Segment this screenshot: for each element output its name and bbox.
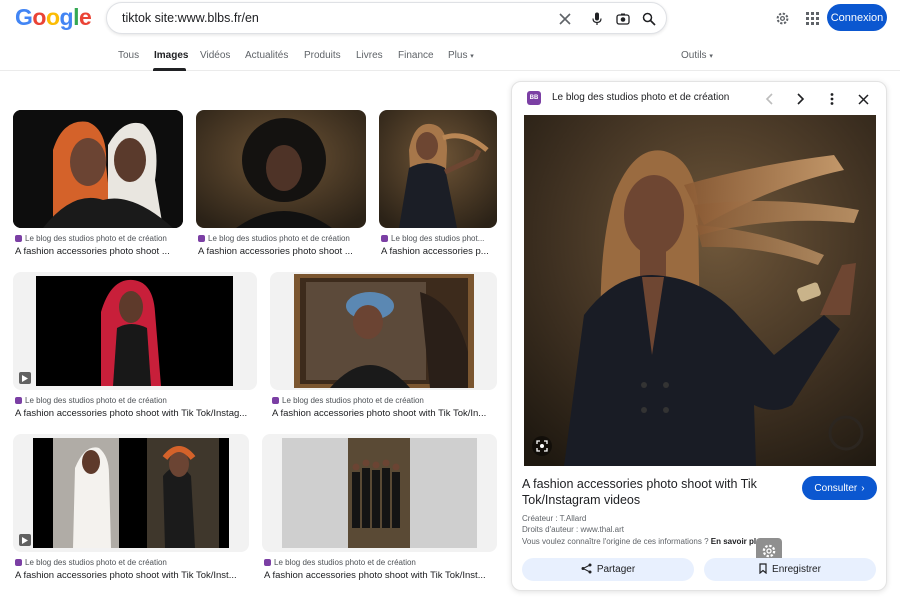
- settings-icon[interactable]: [772, 8, 792, 28]
- tools-button[interactable]: Outils ▾: [681, 50, 713, 61]
- result-thumbnail[interactable]: [270, 272, 497, 390]
- visit-button[interactable]: Consulter ›: [802, 476, 877, 500]
- site-favicon: [15, 397, 22, 404]
- image-result[interactable]: Le blog des studios photo et de création…: [13, 272, 257, 422]
- logo-letter: G: [15, 4, 33, 30]
- tab-all[interactable]: Tous: [118, 50, 139, 61]
- video-play-icon: [19, 534, 31, 546]
- result-title[interactable]: A fashion accessories photo shoot with T…: [15, 570, 249, 581]
- caret-down-icon: ▾: [709, 53, 713, 60]
- signin-button[interactable]: Connexion: [827, 4, 887, 31]
- result-source-text: Le blog des studios photo et de création: [282, 396, 424, 405]
- tab-images[interactable]: Images: [154, 50, 188, 61]
- google-logo[interactable]: Google: [15, 4, 92, 31]
- result-title[interactable]: A fashion accessories photo shoot ...: [15, 246, 183, 257]
- active-tab-indicator: [153, 68, 186, 71]
- site-favicon: [264, 559, 271, 566]
- share-icon: [581, 563, 592, 577]
- result-source: Le blog des studios phot...: [381, 234, 497, 243]
- bookmark-icon: [759, 562, 767, 577]
- share-label: Partager: [596, 564, 636, 575]
- result-thumbnail[interactable]: [196, 110, 366, 228]
- image-result[interactable]: Le blog des studios photo et de création…: [196, 110, 366, 260]
- result-thumbnail[interactable]: [13, 434, 249, 552]
- result-source: Le blog des studios photo et de création: [15, 558, 167, 567]
- result-source: Le blog des studios photo et de création: [264, 558, 416, 567]
- tab-finance[interactable]: Finance: [398, 50, 434, 61]
- result-title[interactable]: A fashion accessories photo shoot ...: [198, 246, 366, 257]
- result-source: Le blog des studios photo et de création: [198, 234, 350, 243]
- tab-products[interactable]: Produits: [304, 50, 341, 61]
- close-icon[interactable]: [854, 90, 872, 108]
- search-box[interactable]: tiktok site:www.blbs.fr/en: [106, 2, 667, 34]
- logo-letter: o: [45, 4, 60, 30]
- search-tabs: Tous Images Vidéos Actualités Produits L…: [0, 44, 900, 71]
- visit-label: Consulter: [814, 482, 858, 494]
- chevron-left-icon[interactable]: [760, 90, 778, 108]
- origin-question: Vous voulez connaître l'origine de ces i…: [522, 537, 709, 546]
- result-source: Le blog des studios photo et de création: [272, 396, 424, 405]
- site-favicon: [198, 235, 205, 242]
- site-favicon: [272, 397, 279, 404]
- clear-icon[interactable]: [555, 9, 575, 29]
- image-result[interactable]: Le blog des studios phot... A fashion ac…: [379, 110, 497, 260]
- caret-down-icon: ▾: [470, 53, 474, 60]
- lens-search-icon[interactable]: [532, 436, 552, 456]
- logo-letter: o: [32, 4, 46, 30]
- result-source-text: Le blog des studios photo et de création: [274, 558, 416, 567]
- save-button[interactable]: Enregistrer: [704, 558, 876, 581]
- lens-icon[interactable]: [613, 9, 633, 29]
- panel-site-name[interactable]: Le blog des studios photo et de création: [552, 92, 729, 103]
- apps-grid-icon[interactable]: [802, 8, 822, 28]
- result-title[interactable]: A fashion accessories photo shoot with T…: [264, 570, 497, 581]
- image-preview-panel: BB Le blog des studios photo et de créat…: [511, 81, 887, 591]
- tab-videos[interactable]: Vidéos: [200, 50, 230, 61]
- chevron-right-icon: ›: [861, 482, 865, 494]
- image-result[interactable]: Le blog des studios photo et de création…: [262, 434, 497, 584]
- chevron-right-icon[interactable]: [792, 90, 810, 108]
- result-title[interactable]: A fashion accessories photo shoot with T…: [272, 408, 497, 419]
- header: Google tiktok site:www.blbs.fr/en Connex…: [0, 0, 900, 36]
- result-source-text: Le blog des studios phot...: [391, 234, 485, 243]
- image-result[interactable]: Le blog des studios photo et de création…: [13, 110, 183, 260]
- search-icon[interactable]: [639, 9, 659, 29]
- logo-letter: e: [78, 4, 92, 30]
- result-source: Le blog des studios photo et de création: [15, 396, 167, 405]
- panel-title[interactable]: A fashion accessories photo shoot with T…: [522, 476, 782, 508]
- result-source-text: Le blog des studios photo et de création: [208, 234, 350, 243]
- tab-more[interactable]: Plus ▾: [448, 50, 474, 61]
- origin-info: Vous voulez connaître l'origine de ces i…: [522, 537, 765, 546]
- result-thumbnail[interactable]: [13, 272, 257, 390]
- site-favicon: [15, 235, 22, 242]
- result-source-text: Le blog des studios photo et de création: [25, 396, 167, 405]
- site-favicon: [15, 559, 22, 566]
- image-result[interactable]: Le blog des studios photo et de création…: [13, 434, 249, 584]
- tab-books[interactable]: Livres: [356, 50, 383, 61]
- search-input[interactable]: tiktok site:www.blbs.fr/en: [122, 11, 259, 25]
- copyright-text: Droits d'auteur : www.thal.art: [522, 525, 625, 534]
- result-thumbnail[interactable]: [379, 110, 497, 228]
- site-favicon: BB: [527, 91, 541, 105]
- creator-text: Créateur : T.Allard: [522, 514, 587, 523]
- result-title[interactable]: A fashion accessories p...: [381, 246, 497, 257]
- logo-letter: g: [59, 4, 74, 30]
- result-source-text: Le blog des studios photo et de création: [25, 558, 167, 567]
- preview-image[interactable]: [524, 115, 876, 466]
- tab-more-label: Plus: [448, 50, 468, 61]
- result-source-text: Le blog des studios photo et de création: [25, 234, 167, 243]
- microphone-icon[interactable]: [587, 9, 607, 29]
- panel-header: BB Le blog des studios photo et de créat…: [512, 82, 886, 116]
- more-vert-icon[interactable]: [823, 90, 841, 108]
- site-favicon: [381, 235, 388, 242]
- tools-label: Outils: [681, 50, 707, 61]
- tab-news[interactable]: Actualités: [245, 50, 288, 61]
- result-thumbnail[interactable]: [262, 434, 497, 552]
- video-play-icon: [19, 372, 31, 384]
- result-source: Le blog des studios photo et de création: [15, 234, 167, 243]
- result-title[interactable]: A fashion accessories photo shoot with T…: [15, 408, 257, 419]
- image-result[interactable]: Le blog des studios photo et de création…: [270, 272, 497, 422]
- save-label: Enregistrer: [772, 564, 821, 575]
- result-thumbnail[interactable]: [13, 110, 183, 228]
- share-button[interactable]: Partager: [522, 558, 694, 581]
